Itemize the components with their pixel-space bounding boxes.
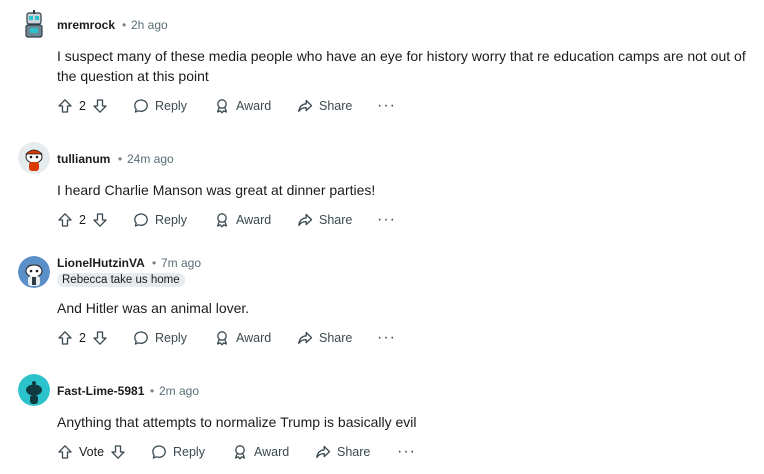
share-label: Share bbox=[319, 99, 353, 113]
share-icon bbox=[298, 213, 313, 227]
downvote-icon[interactable] bbox=[92, 212, 108, 228]
comment-timestamp[interactable]: 24m ago bbox=[127, 152, 174, 166]
comment-author[interactable]: Fast-Lime-5981 bbox=[57, 384, 144, 398]
share-label: Share bbox=[319, 331, 353, 345]
reply-label: Reply bbox=[155, 213, 187, 227]
avatar[interactable] bbox=[18, 8, 50, 40]
share-button[interactable]: Share bbox=[315, 440, 370, 464]
award-label: Award bbox=[254, 445, 290, 459]
award-button[interactable]: Award bbox=[232, 440, 289, 464]
robot-avatar-icon bbox=[18, 8, 50, 40]
downvote-icon[interactable] bbox=[92, 98, 108, 114]
vote-group: 2 bbox=[57, 208, 108, 232]
award-icon bbox=[216, 213, 228, 228]
comment-author[interactable]: tullianum bbox=[57, 152, 110, 166]
meta-separator: • bbox=[118, 152, 123, 166]
downvote-icon[interactable] bbox=[110, 444, 126, 460]
comment-body: Anything that attempts to normalize Trum… bbox=[57, 414, 417, 430]
reply-label: Reply bbox=[173, 445, 205, 459]
award-icon bbox=[216, 99, 228, 114]
more-options-button[interactable]: ··· bbox=[377, 94, 396, 118]
downvote-icon[interactable] bbox=[92, 330, 108, 346]
comment-body: And Hitler was an animal lover. bbox=[57, 300, 250, 316]
avatar[interactable] bbox=[18, 142, 50, 174]
share-icon bbox=[298, 99, 313, 113]
meta-separator: • bbox=[150, 384, 155, 398]
vote-count: 2 bbox=[79, 99, 86, 113]
comment-bubble-icon bbox=[134, 213, 148, 227]
more-options-icon: ··· bbox=[377, 97, 396, 114]
award-icon bbox=[234, 445, 246, 460]
share-label: Share bbox=[337, 445, 371, 459]
reply-button[interactable]: Reply bbox=[133, 94, 187, 118]
upvote-icon[interactable] bbox=[57, 330, 73, 346]
vote-group: Vote bbox=[57, 440, 126, 464]
share-button[interactable]: Share bbox=[297, 94, 352, 118]
user-flair: Rebecca take us home bbox=[57, 273, 185, 287]
more-options-icon: ··· bbox=[377, 211, 396, 228]
snoo-avatar-icon bbox=[18, 256, 50, 288]
avatar[interactable] bbox=[18, 374, 50, 406]
meta-separator: • bbox=[152, 256, 157, 270]
award-label: Award bbox=[236, 213, 272, 227]
more-options-button[interactable]: ··· bbox=[377, 326, 396, 350]
comment-bubble-icon bbox=[134, 331, 148, 345]
reply-label: Reply bbox=[155, 99, 187, 113]
more-options-button[interactable]: ··· bbox=[377, 208, 396, 232]
more-options-icon: ··· bbox=[377, 329, 396, 346]
share-label: Share bbox=[319, 213, 353, 227]
award-icon bbox=[216, 331, 228, 346]
vote-label: Vote bbox=[79, 445, 105, 459]
comment-author[interactable]: mremrock bbox=[57, 18, 115, 32]
avatar[interactable] bbox=[18, 256, 50, 288]
comment-bubble-icon bbox=[134, 99, 148, 113]
vote-count: 2 bbox=[79, 213, 86, 227]
vote-count: 2 bbox=[79, 331, 86, 345]
share-button[interactable]: Share bbox=[297, 208, 352, 232]
upvote-icon[interactable] bbox=[57, 444, 73, 460]
reply-button[interactable]: Reply bbox=[133, 326, 187, 350]
award-label: Award bbox=[236, 331, 272, 345]
share-icon bbox=[298, 331, 313, 345]
comment-timestamp[interactable]: 2h ago bbox=[131, 18, 168, 32]
share-button[interactable]: Share bbox=[297, 326, 352, 350]
comment-body: I heard Charlie Manson was great at dinn… bbox=[57, 182, 376, 198]
meta-separator: • bbox=[122, 18, 127, 32]
award-button[interactable]: Award bbox=[214, 208, 271, 232]
award-button[interactable]: Award bbox=[214, 94, 271, 118]
vote-group: 2 bbox=[57, 326, 108, 350]
comment-timestamp[interactable]: 7m ago bbox=[161, 256, 201, 270]
award-label: Award bbox=[236, 99, 272, 113]
more-options-button[interactable]: ··· bbox=[397, 440, 416, 464]
default-snoo-avatar-icon bbox=[18, 374, 50, 406]
comment-body: I suspect many of these media people who… bbox=[57, 48, 746, 84]
snoo-avatar-icon bbox=[18, 142, 50, 174]
reply-button[interactable]: Reply bbox=[133, 208, 187, 232]
more-options-icon: ··· bbox=[397, 443, 416, 460]
upvote-icon[interactable] bbox=[57, 98, 73, 114]
upvote-icon[interactable] bbox=[57, 212, 73, 228]
comment-bubble-icon bbox=[152, 445, 166, 459]
award-button[interactable]: Award bbox=[214, 326, 271, 350]
reply-button[interactable]: Reply bbox=[151, 440, 205, 464]
comment-author[interactable]: LionelHutzinVA bbox=[57, 256, 145, 270]
vote-group: 2 bbox=[57, 94, 108, 118]
comment-timestamp[interactable]: 2m ago bbox=[159, 384, 199, 398]
share-icon bbox=[316, 445, 331, 459]
reply-label: Reply bbox=[155, 331, 187, 345]
